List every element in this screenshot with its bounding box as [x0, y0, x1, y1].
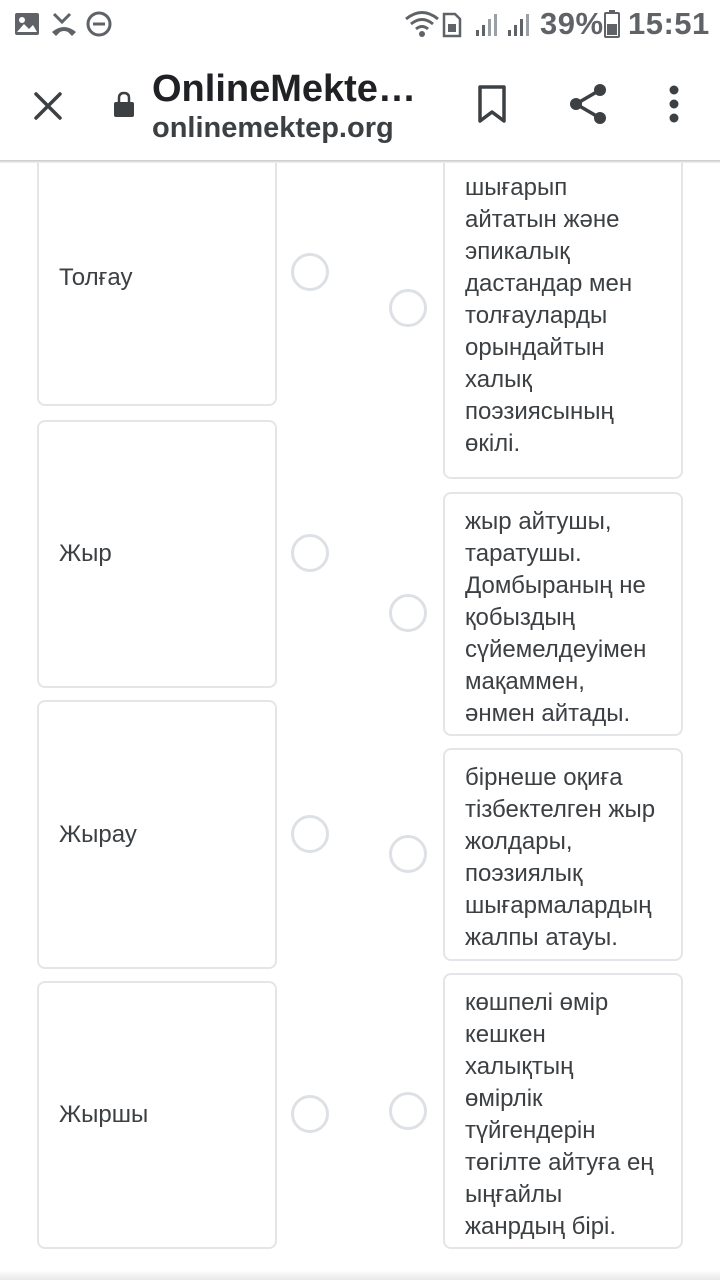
definition-line: таратушы. [465, 540, 582, 567]
definition-line: түйгендерін [465, 1117, 596, 1144]
definition-line: халық [465, 366, 532, 393]
wifi-icon [405, 11, 439, 37]
battery-percent: 39% [540, 6, 604, 41]
term-card[interactable]: Жыршы [37, 981, 277, 1249]
definition-line: өмірлік [465, 1085, 543, 1112]
definition-line: сүйемелдеуімен [465, 636, 647, 663]
clock: 15:51 [628, 6, 710, 41]
sim-icon [442, 12, 462, 38]
definition-line: жыр айтушы, [465, 508, 612, 535]
page-title: OnlineMekte… [152, 68, 416, 110]
bookmark-icon[interactable] [474, 84, 510, 124]
definition-radio[interactable] [389, 289, 427, 327]
page-url: onlinemektep.org [152, 112, 394, 144]
battery-icon [604, 10, 620, 38]
image-icon [15, 13, 39, 35]
missed-call-icon [52, 12, 76, 36]
more-vert-icon[interactable] [662, 84, 686, 124]
definition-line: ыңғайлы [465, 1181, 563, 1208]
definition-text: өз жанынан шығарып айтатын және эпикалық… [465, 160, 673, 460]
definition-line: поэзиялық [465, 860, 583, 887]
definition-text: бірнеше оқиға тізбектелген жыр жолдары, … [465, 762, 673, 954]
definition-radio[interactable] [389, 835, 427, 873]
definition-line: өкілі. [465, 430, 521, 457]
term-radio[interactable] [291, 815, 329, 853]
definition-card[interactable]: жыр айтушы, таратушы. Домбыраның не қобы… [443, 492, 683, 736]
definition-line: қобыздың [465, 604, 575, 631]
lock-icon [114, 91, 134, 117]
definition-line: толғауларды [465, 302, 608, 329]
definition-line: мақаммен, [465, 668, 585, 695]
do-not-disturb-icon [86, 11, 112, 37]
definition-line: төгілте айтуға ең [465, 1149, 654, 1176]
definition-line: тізбектелген жыр [465, 796, 656, 823]
definition-line: шығарып [465, 174, 568, 201]
definition-text: жыр айтушы, таратушы. Домбыраның не қобы… [465, 506, 673, 730]
definition-radio[interactable] [389, 594, 427, 632]
share-icon[interactable] [566, 82, 610, 126]
definition-line: Домбыраның не [465, 572, 646, 599]
term-radio[interactable] [291, 253, 329, 291]
definition-line: шығармалардың [465, 892, 652, 919]
signal-icon [476, 14, 497, 36]
definition-line: бірнеше оқиға [465, 764, 623, 791]
definition-card[interactable]: бірнеше оқиға тізбектелген жыр жолдары, … [443, 748, 683, 961]
definition-card[interactable]: өз жанынан шығарып айтатын және эпикалық… [443, 160, 683, 479]
definition-line: эпикалық [465, 238, 570, 265]
browser-toolbar: OnlineMekte… onlinemektep.org [0, 50, 720, 160]
definition-text: көшпелі өмір кешкен халықтың өмірлік түй… [465, 987, 673, 1243]
term-label: Жырау [59, 820, 137, 848]
definition-line: жолдары, [465, 828, 573, 855]
term-radio[interactable] [291, 1095, 329, 1133]
definition-line: дастандар мен [465, 270, 633, 297]
definition-line: орындайтын [465, 334, 605, 361]
definition-line: көшпелі өмір [465, 989, 609, 1016]
definition-line: жанрдың бірі. [465, 1213, 617, 1240]
definition-line: жалпы атауы. [465, 924, 618, 951]
definition-radio[interactable] [389, 1092, 427, 1130]
term-radio[interactable] [291, 534, 329, 572]
matching-exercise: Толғау өз жанынан шығарып айтатын және э… [0, 160, 720, 1280]
definition-line: айтатын және [465, 206, 620, 233]
term-card[interactable]: Жырау [37, 700, 277, 969]
term-label: Жыр [59, 540, 112, 567]
definition-card[interactable]: көшпелі өмір кешкен халықтың өмірлік түй… [443, 973, 683, 1249]
term-label: Толғау [59, 264, 133, 291]
definition-line: кешкен [465, 1021, 546, 1048]
term-label: Жыршы [59, 1101, 149, 1128]
definition-line: халықтың [465, 1053, 574, 1080]
close-icon[interactable] [24, 82, 72, 130]
toolbar-shadow [0, 160, 720, 163]
signal-icon [508, 14, 529, 36]
bottom-edge [0, 1270, 720, 1280]
status-bar: 39% 15:51 [0, 0, 720, 50]
definition-line: әнмен айтады. [465, 700, 631, 727]
term-card[interactable]: Жыр [37, 420, 277, 688]
term-card[interactable]: Толғау [37, 160, 277, 406]
definition-line: поэзиясының [465, 398, 614, 425]
